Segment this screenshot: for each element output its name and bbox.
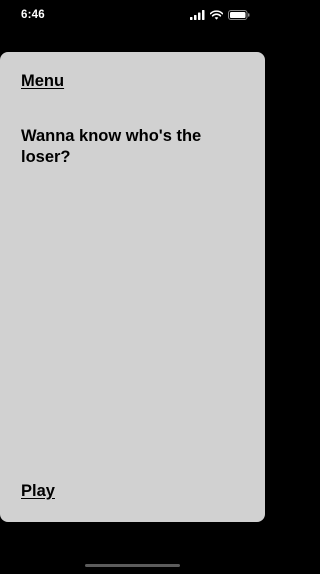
play-button[interactable]: Play bbox=[21, 482, 55, 501]
battery-icon bbox=[228, 7, 250, 25]
menu-button[interactable]: Menu bbox=[21, 72, 64, 91]
question-text: Wanna know who's the loser? bbox=[21, 127, 202, 166]
status-bar: 6:46 bbox=[0, 0, 265, 34]
wifi-icon bbox=[209, 7, 224, 25]
status-icons bbox=[190, 10, 250, 21]
content-sheet: Menu Wanna know who's the loser? Play bbox=[0, 52, 265, 522]
status-time: 6:46 bbox=[21, 9, 45, 21]
signal-icon bbox=[190, 7, 205, 25]
home-indicator[interactable] bbox=[85, 564, 180, 567]
